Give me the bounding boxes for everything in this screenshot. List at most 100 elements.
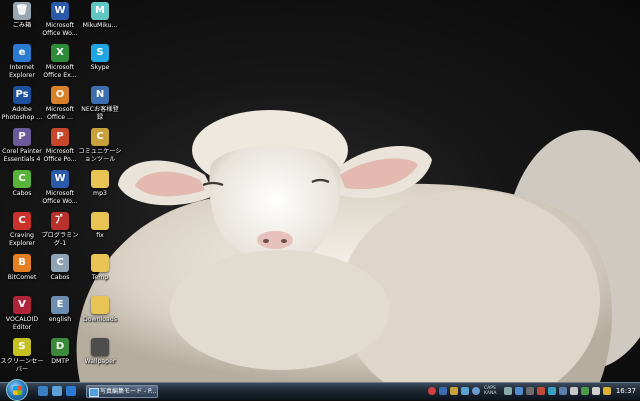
- icon-glyph: S: [18, 341, 26, 352]
- volume-icon[interactable]: [592, 387, 600, 395]
- desktop-shortcut-label: プログラミン グ-1: [41, 232, 79, 247]
- desktop-shortcut[interactable]: X Microsoft Office Ex...: [38, 44, 82, 80]
- wallpaper-file-icon: [91, 338, 109, 356]
- desktop-shortcut[interactable]: Temp: [78, 254, 122, 282]
- desktop-shortcut[interactable]: D DMTP: [38, 338, 82, 366]
- nec-icon: N: [91, 86, 109, 104]
- desktop-shortcut[interactable]: C Cabos: [38, 254, 82, 282]
- desktop-shortcut-label: Wallpaper: [84, 358, 116, 365]
- tray-tool-icon[interactable]: [450, 387, 458, 395]
- switch-windows-icon[interactable]: [52, 386, 62, 396]
- icon-glyph: W: [54, 173, 66, 184]
- taskbar: 写真編集モード - P... CAPS KANA 16:37: [0, 379, 640, 401]
- desktop-shortcut-label: MikuMiku...: [82, 22, 118, 29]
- dmjp-icon: D: [51, 338, 69, 356]
- icon-glyph: E: [56, 299, 64, 310]
- cabos-shortcut-icon: C: [51, 254, 69, 272]
- mp3-folder-icon: [91, 170, 109, 188]
- internet-explorer-quicklaunch-icon[interactable]: [66, 386, 76, 396]
- icon-glyph: [91, 338, 109, 356]
- excel-icon: X: [51, 44, 69, 62]
- desktop-shortcut[interactable]: Eenglish: [38, 296, 82, 324]
- icon-glyph: [91, 212, 109, 230]
- desktop-shortcut[interactable]: P Microsoft Office Po...: [38, 128, 82, 164]
- show-desktop-icon[interactable]: [38, 386, 48, 396]
- icon-glyph: 🗑: [15, 5, 29, 16]
- icon-glyph: V: [18, 299, 26, 310]
- desktop-shortcut-label: Cabos: [50, 274, 70, 281]
- taskbar-window-button[interactable]: 写真編集モード - P...: [86, 385, 158, 398]
- icon-glyph: C: [18, 173, 26, 184]
- tray-monitor-icon[interactable]: [559, 387, 567, 395]
- tray-app-icon[interactable]: [428, 387, 436, 395]
- craving-explorer-icon: C: [13, 212, 31, 230]
- desktop-shortcut[interactable]: mp3: [78, 170, 122, 198]
- tray-settings-icon[interactable]: [504, 387, 512, 395]
- powerpoint-icon: P: [51, 128, 69, 146]
- icon-glyph: O: [55, 89, 65, 100]
- clock[interactable]: 16:37: [616, 387, 636, 395]
- desktop-shortcut-label: fix: [96, 232, 104, 239]
- icon-glyph: [91, 254, 109, 272]
- ime-kana-label: KANA: [484, 391, 497, 396]
- desktop-shortcut[interactable]: W Microsoft Office Wo...: [38, 170, 82, 206]
- tray-usb-icon[interactable]: [570, 387, 578, 395]
- desktop-shortcut[interactable]: fix: [78, 212, 122, 240]
- corel-painter-icon: P: [13, 128, 31, 146]
- desktop-shortcut-label: Skype: [90, 64, 110, 71]
- desktop-shortcut-label: english: [48, 316, 72, 323]
- icon-glyph: [91, 170, 109, 188]
- desktop-shortcut[interactable]: ﾌﾟ プログラミン グ-1: [38, 212, 82, 248]
- icon-glyph: e: [18, 47, 26, 58]
- desktop-shortcut[interactable]: M MikuMiku...: [78, 2, 122, 30]
- icon-glyph: B: [18, 257, 26, 268]
- icon-glyph: X: [56, 47, 64, 58]
- desktop-shortcut-label: Downloads: [83, 316, 117, 323]
- icon-glyph: P: [18, 131, 26, 142]
- icon-glyph: ﾌﾟ: [55, 215, 65, 226]
- desktop-shortcut[interactable]: N NECお客様登 録: [78, 86, 122, 122]
- internet-explorer-icon: e: [13, 44, 31, 62]
- icon-glyph: C: [18, 215, 26, 226]
- screensaver-icon: S: [13, 338, 31, 356]
- icon-glyph: S: [96, 47, 104, 58]
- desktop-shortcut-label: Temp: [91, 274, 109, 281]
- tray-skype-icon[interactable]: [548, 387, 556, 395]
- cabos-icon: C: [13, 170, 31, 188]
- icon-glyph: P: [56, 131, 64, 142]
- ime-status[interactable]: CAPS KANA: [484, 386, 496, 396]
- desktop-shortcut-label: mp3: [93, 190, 107, 197]
- tray-security-icon[interactable]: [537, 387, 545, 395]
- desktop-shortcut[interactable]: S Skype: [78, 44, 122, 72]
- system-tray: CAPS KANA 16:37: [424, 384, 640, 400]
- desktop-shortcut-label: Microsoft Office Wo...: [42, 22, 78, 37]
- desktop-shortcut-label: Microsoft Office ...: [45, 106, 75, 121]
- bitcomet-icon: B: [13, 254, 31, 272]
- tray-help-icon[interactable]: [472, 387, 480, 395]
- tray-power-icon[interactable]: [603, 387, 611, 395]
- icon-glyph: W: [54, 5, 66, 16]
- desktop-shortcut-label: DMTP: [51, 358, 69, 365]
- desktop-shortcut-label: Microsoft Office Po...: [43, 148, 77, 163]
- desktop-shortcut[interactable]: Downloads: [78, 296, 122, 324]
- desktop-shortcut-label: Microsoft Office Ex...: [43, 64, 77, 79]
- icon-glyph: D: [55, 341, 65, 352]
- desktop-shortcut[interactable]: W Microsoft Office Wo...: [38, 2, 82, 38]
- fix-folder-icon: [91, 212, 109, 230]
- desktop-shortcut[interactable]: C コミュニケーションツール: [78, 128, 122, 164]
- start-button[interactable]: [6, 379, 28, 401]
- icon-glyph: [91, 296, 109, 314]
- word-icon: W: [51, 2, 69, 20]
- mikumiku-icon: M: [91, 2, 109, 20]
- icon-glyph: Ps: [15, 89, 29, 100]
- desktop-shortcut-label: コミュニケーションツール: [78, 148, 122, 163]
- tray-display-icon[interactable]: [526, 387, 534, 395]
- tray-ime-icon[interactable]: [461, 387, 469, 395]
- desktop-shortcut[interactable]: Wallpaper: [78, 338, 122, 366]
- tray-network2-icon[interactable]: [581, 387, 589, 395]
- tray-network-icon[interactable]: [439, 387, 447, 395]
- icon-glyph: C: [56, 257, 64, 268]
- tray-bluetooth-icon[interactable]: [515, 387, 523, 395]
- skype-icon: S: [91, 44, 109, 62]
- desktop-shortcut[interactable]: O Microsoft Office ...: [38, 86, 82, 122]
